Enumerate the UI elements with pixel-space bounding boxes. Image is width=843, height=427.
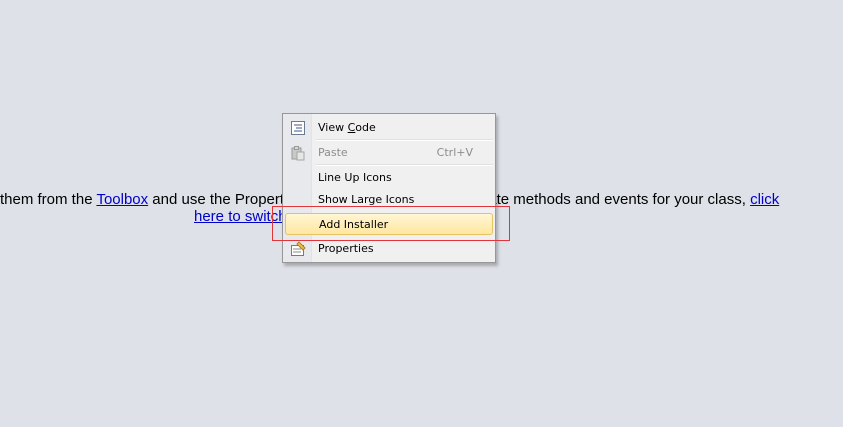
menu-item-add-installer[interactable]: Add Installer: [285, 213, 493, 235]
menu-item-show-large-icons[interactable]: Show Large Icons: [285, 189, 493, 211]
menu-item-label: Paste: [318, 146, 348, 159]
toolbox-link[interactable]: Toolbox: [96, 191, 148, 208]
menu-item-label: Properties: [318, 242, 374, 255]
view-code-icon: [290, 120, 306, 136]
menu-separator: [316, 164, 493, 166]
menu-item-label: Add Installer: [319, 218, 389, 231]
menu-item-label: Show Large Icons: [318, 193, 415, 206]
menu-item-shortcut: Ctrl+V: [436, 146, 473, 159]
context-menu: View Code Paste Ctrl+V Line Up Icons Sho…: [282, 113, 496, 263]
menu-item-paste[interactable]: Paste Ctrl+V: [285, 142, 493, 164]
properties-icon: [290, 241, 306, 257]
menu-item-properties[interactable]: Properties: [285, 238, 493, 260]
instructions-line-2: here to switch: [194, 208, 287, 225]
click-here-link[interactable]: click: [750, 191, 779, 208]
menu-item-line-up-icons[interactable]: Line Up Icons: [285, 167, 493, 189]
menu-separator: [316, 139, 493, 141]
menu-item-label: Line Up Icons: [318, 171, 392, 184]
instructions-text-1: them from the: [0, 191, 97, 208]
switch-to-code-link[interactable]: here to switch: [194, 208, 287, 225]
instructions-text-2: and use the Properti: [148, 191, 288, 208]
menu-item-label: View Code: [318, 121, 376, 134]
menu-item-view-code[interactable]: View Code: [285, 117, 493, 139]
designer-surface: them from the Toolbox and use the Proper…: [0, 0, 843, 427]
paste-icon: [290, 145, 306, 161]
